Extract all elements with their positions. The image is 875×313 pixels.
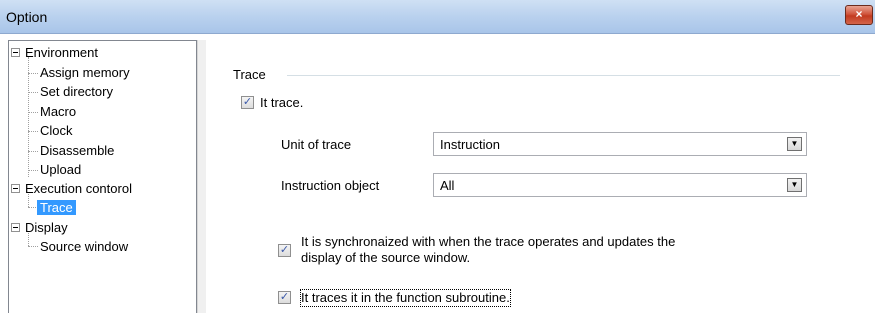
group-divider: [287, 75, 840, 76]
function-subroutine-label: It traces it in the function subroutine.: [300, 289, 511, 307]
tree-item-source-window[interactable]: Source window: [40, 237, 128, 256]
instruction-object-select[interactable]: All ▼: [433, 173, 807, 197]
tree-item-set-directory[interactable]: Set directory: [40, 82, 113, 101]
tree-connector: [28, 151, 38, 152]
tree-item-environment[interactable]: Environment: [25, 43, 98, 62]
instruction-object-value: All: [440, 178, 455, 193]
sync-source-window-label-line2: display of the source window.: [301, 250, 471, 265]
tree-item-assign-memory[interactable]: Assign memory: [40, 63, 130, 82]
expand-collapse-icon[interactable]: [11, 223, 20, 232]
options-tree: Environment Assign memory Set directory …: [8, 40, 197, 313]
sync-source-window-label-line1: It is synchronaized with when the trace …: [301, 234, 676, 249]
close-button[interactable]: ×: [845, 5, 873, 25]
tree-item-upload[interactable]: Upload: [40, 160, 81, 179]
unit-of-trace-value: Instruction: [440, 137, 500, 152]
tree-connector: [28, 246, 38, 247]
tree-connector: [28, 73, 38, 74]
tree-item-macro[interactable]: Macro: [40, 102, 76, 121]
tree-item-disassemble[interactable]: Disassemble: [40, 141, 114, 160]
checkmark-icon: ✓: [279, 244, 290, 256]
it-trace-label: It trace.: [260, 95, 304, 110]
checkmark-icon: ✓: [279, 291, 290, 303]
tree-item-trace[interactable]: Trace: [37, 198, 76, 217]
tree-connector: [28, 92, 38, 93]
unit-of-trace-label: Unit of trace: [281, 137, 352, 152]
group-title: Trace: [233, 67, 266, 82]
tree-connector: [28, 57, 29, 177]
function-subroutine-checkbox[interactable]: ✓: [278, 291, 291, 304]
trace-settings-panel: Trace ✓ It trace. Unit of trace Instruct…: [207, 40, 875, 313]
dropdown-arrow-icon[interactable]: ▼: [787, 137, 802, 151]
tree-item-display[interactable]: Display: [25, 218, 68, 237]
sync-source-window-checkbox[interactable]: ✓: [278, 244, 291, 257]
selected-tree-label: Trace: [37, 200, 76, 215]
tree-connector: [28, 112, 38, 113]
expand-collapse-icon[interactable]: [11, 48, 20, 57]
expand-collapse-icon[interactable]: [11, 184, 20, 193]
instruction-object-label: Instruction object: [281, 178, 380, 193]
splitter[interactable]: [197, 40, 206, 313]
tree-connector: [28, 131, 38, 132]
close-icon: ×: [855, 7, 863, 21]
tree-connector: [28, 170, 38, 171]
it-trace-checkbox[interactable]: ✓: [241, 96, 254, 109]
tree-item-execution-control[interactable]: Execution contorol: [25, 179, 132, 198]
tree-item-clock[interactable]: Clock: [40, 121, 73, 140]
window-title: Option: [6, 9, 48, 25]
title-bar: Option ×: [0, 0, 875, 34]
unit-of-trace-select[interactable]: Instruction ▼: [433, 132, 807, 156]
dropdown-arrow-icon[interactable]: ▼: [787, 178, 802, 192]
checkmark-icon: ✓: [242, 96, 253, 108]
